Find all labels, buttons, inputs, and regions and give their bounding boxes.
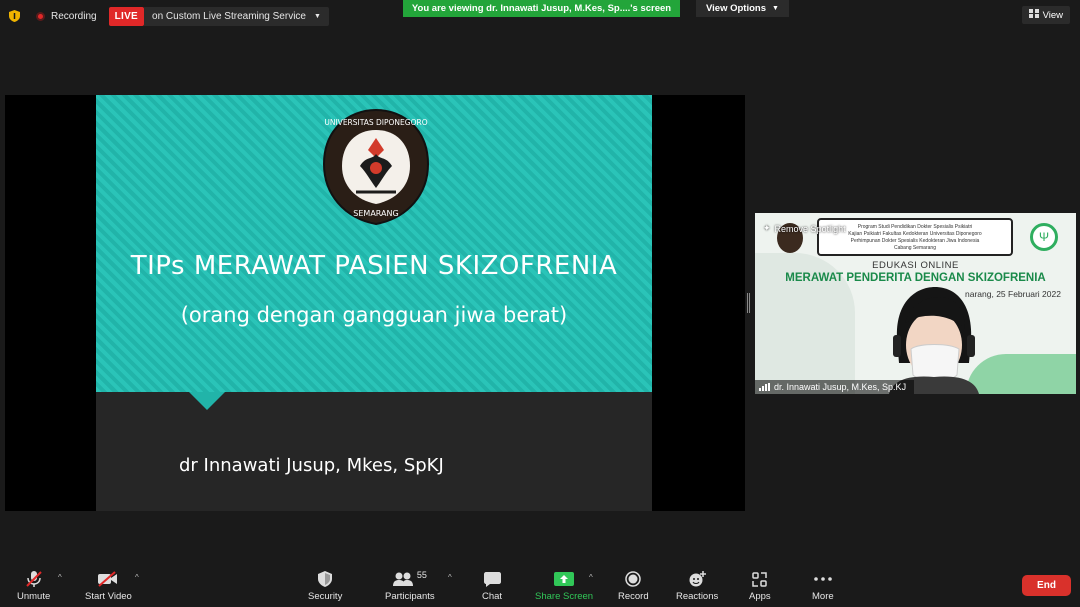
start-video-button[interactable]: Start Video	[85, 570, 132, 602]
stream-service-dropdown[interactable]: on Custom Live Streaming Service ▼	[144, 6, 329, 26]
header-line: Cabang Semarang	[894, 245, 936, 251]
share-screen-label: Share Screen	[535, 591, 594, 602]
recording-label[interactable]: Recording	[51, 11, 97, 22]
recording-dot-icon	[36, 11, 45, 21]
video-off-icon	[97, 570, 119, 588]
security-button[interactable]: Security	[308, 570, 342, 602]
record-label: Record	[618, 591, 649, 602]
encryption-shield-icon[interactable]	[8, 10, 20, 22]
end-meeting-button[interactable]: End	[1022, 575, 1071, 596]
participants-icon-group: 55	[392, 570, 427, 588]
view-button-label: View	[1042, 9, 1063, 21]
unmute-label: Unmute	[17, 591, 51, 602]
share-screen-icon	[554, 570, 575, 588]
view-button[interactable]: View	[1021, 6, 1070, 24]
header-line: Program Studi Pendidikan Dokter Spesiali…	[857, 224, 973, 230]
pin-icon: ✦	[763, 223, 771, 233]
slide-title: TIPs MERAWAT PASIEN SKIZOFRENIA	[130, 251, 618, 281]
microphone-muted-icon	[25, 570, 42, 588]
slide-subtitle: (orang dengan gangguan jiwa berat)	[180, 303, 568, 327]
video-header-box: Program Studi Pendidikan Dokter Spesiali…	[817, 218, 1013, 256]
slide-pointer-triangle	[189, 392, 225, 410]
header-line: Kajian Psikiatri Fakultas Kedokteran Uni…	[848, 231, 982, 237]
security-label: Security	[308, 591, 343, 602]
participant-name-tag: dr. Innawati Jusup, M.Kes, Sp.KJ	[755, 380, 915, 394]
video-edu-label: EDUKASI ONLINE	[872, 260, 959, 271]
slide-author: dr Innawati Jusup, Mkes, SpKJ	[179, 455, 444, 476]
view-options-button[interactable]: View Options ▼	[696, 0, 789, 17]
remove-spotlight-button[interactable]: ✦ Remove Spotlight	[763, 223, 846, 234]
live-badge[interactable]: LIVE	[108, 6, 145, 26]
psychiatry-association-icon: Ψ	[1030, 223, 1058, 251]
people-icon	[392, 572, 413, 586]
presentation-slide: UNIVERSITAS DIPONEGORO SEMARANG TIPs MER…	[96, 95, 652, 511]
participants-label: Participants	[385, 591, 435, 602]
signal-bars-icon	[759, 383, 770, 391]
recording-status-bar: Recording LIVE on Custom Live Streaming …	[8, 6, 329, 26]
chat-bubble-icon	[483, 570, 501, 588]
ellipsis-icon	[814, 570, 832, 588]
logo-top-text: UNIVERSITAS DIPONEGORO	[324, 118, 427, 127]
more-label: More	[812, 591, 834, 602]
shared-screen[interactable]: UNIVERSITAS DIPONEGORO SEMARANG TIPs MER…	[5, 95, 745, 511]
viewing-screen-banner: You are viewing dr. Innawati Jusup, M.Ke…	[403, 0, 680, 17]
header-line: Perhimpunan Dokter Spesialis Kedokteran …	[850, 238, 980, 244]
record-icon	[625, 570, 642, 588]
shield-icon	[318, 570, 333, 588]
more-button[interactable]: More	[812, 570, 834, 602]
reactions-button[interactable]: Reactions	[676, 570, 718, 602]
speaker-video-tile[interactable]: Program Studi Pendidikan Dokter Spesiali…	[755, 213, 1076, 394]
emoji-plus-icon	[689, 570, 706, 588]
reactions-label: Reactions	[676, 591, 719, 602]
apps-icon	[752, 570, 768, 588]
apps-label: Apps	[749, 591, 771, 602]
view-options-label: View Options	[706, 3, 767, 14]
logo-bottom-text: SEMARANG	[353, 209, 398, 218]
stream-service-label: on Custom Live Streaming Service	[152, 10, 306, 22]
grid-view-icon	[1028, 9, 1039, 21]
participants-button[interactable]: 55 Participants	[385, 570, 435, 602]
share-options-caret-icon[interactable]: ^	[589, 573, 593, 582]
video-options-caret-icon[interactable]: ^	[135, 573, 139, 582]
record-button[interactable]: Record	[618, 570, 649, 602]
panel-resize-handle[interactable]	[747, 293, 750, 313]
chevron-down-icon: ▼	[314, 12, 321, 20]
chevron-down-icon: ▼	[772, 5, 779, 12]
participants-caret-icon[interactable]: ^	[448, 573, 452, 582]
chat-button[interactable]: Chat	[482, 570, 502, 602]
start-video-label: Start Video	[85, 591, 132, 602]
unmute-button[interactable]: Unmute	[17, 570, 50, 602]
participant-name: dr. Innawati Jusup, M.Kes, Sp.KJ	[774, 382, 907, 392]
share-screen-button[interactable]: Share Screen	[535, 570, 593, 602]
chat-label: Chat	[482, 591, 503, 602]
apps-button[interactable]: Apps	[749, 570, 771, 602]
university-seal-logo: UNIVERSITAS DIPONEGORO SEMARANG	[322, 108, 430, 231]
participants-count: 55	[416, 570, 427, 580]
remove-spotlight-label: Remove Spotlight	[774, 223, 846, 234]
speaker-person	[879, 283, 987, 394]
audio-options-caret-icon[interactable]: ^	[58, 573, 62, 582]
